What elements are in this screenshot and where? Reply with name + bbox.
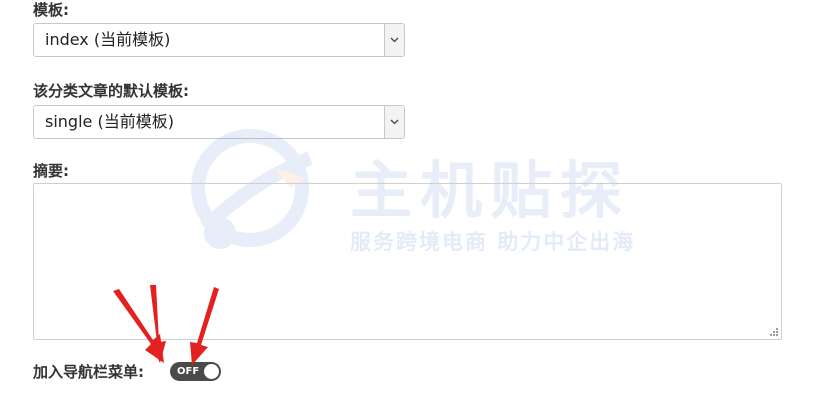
nav-menu-toggle[interactable]: OFF bbox=[170, 362, 221, 381]
template-select-value: index (当前模板) bbox=[45, 30, 171, 49]
template-select[interactable]: index (当前模板) bbox=[33, 23, 405, 57]
summary-label: 摘要: bbox=[33, 162, 69, 180]
toggle-knob bbox=[204, 364, 219, 379]
resize-grip-icon[interactable] bbox=[768, 326, 779, 337]
chevron-down-icon bbox=[390, 119, 399, 125]
category-template-select-button[interactable] bbox=[384, 106, 404, 138]
toggle-state-text: OFF bbox=[177, 366, 200, 377]
summary-textarea[interactable] bbox=[33, 183, 782, 340]
category-template-select-value: single (当前模板) bbox=[45, 112, 174, 131]
template-label: 模板: bbox=[33, 1, 69, 19]
template-select-button[interactable] bbox=[384, 24, 404, 56]
nav-menu-label: 加入导航栏菜单: bbox=[33, 363, 144, 381]
chevron-down-icon bbox=[390, 37, 399, 43]
category-template-label: 该分类文章的默认模板: bbox=[33, 82, 189, 100]
category-template-select[interactable]: single (当前模板) bbox=[33, 105, 405, 139]
